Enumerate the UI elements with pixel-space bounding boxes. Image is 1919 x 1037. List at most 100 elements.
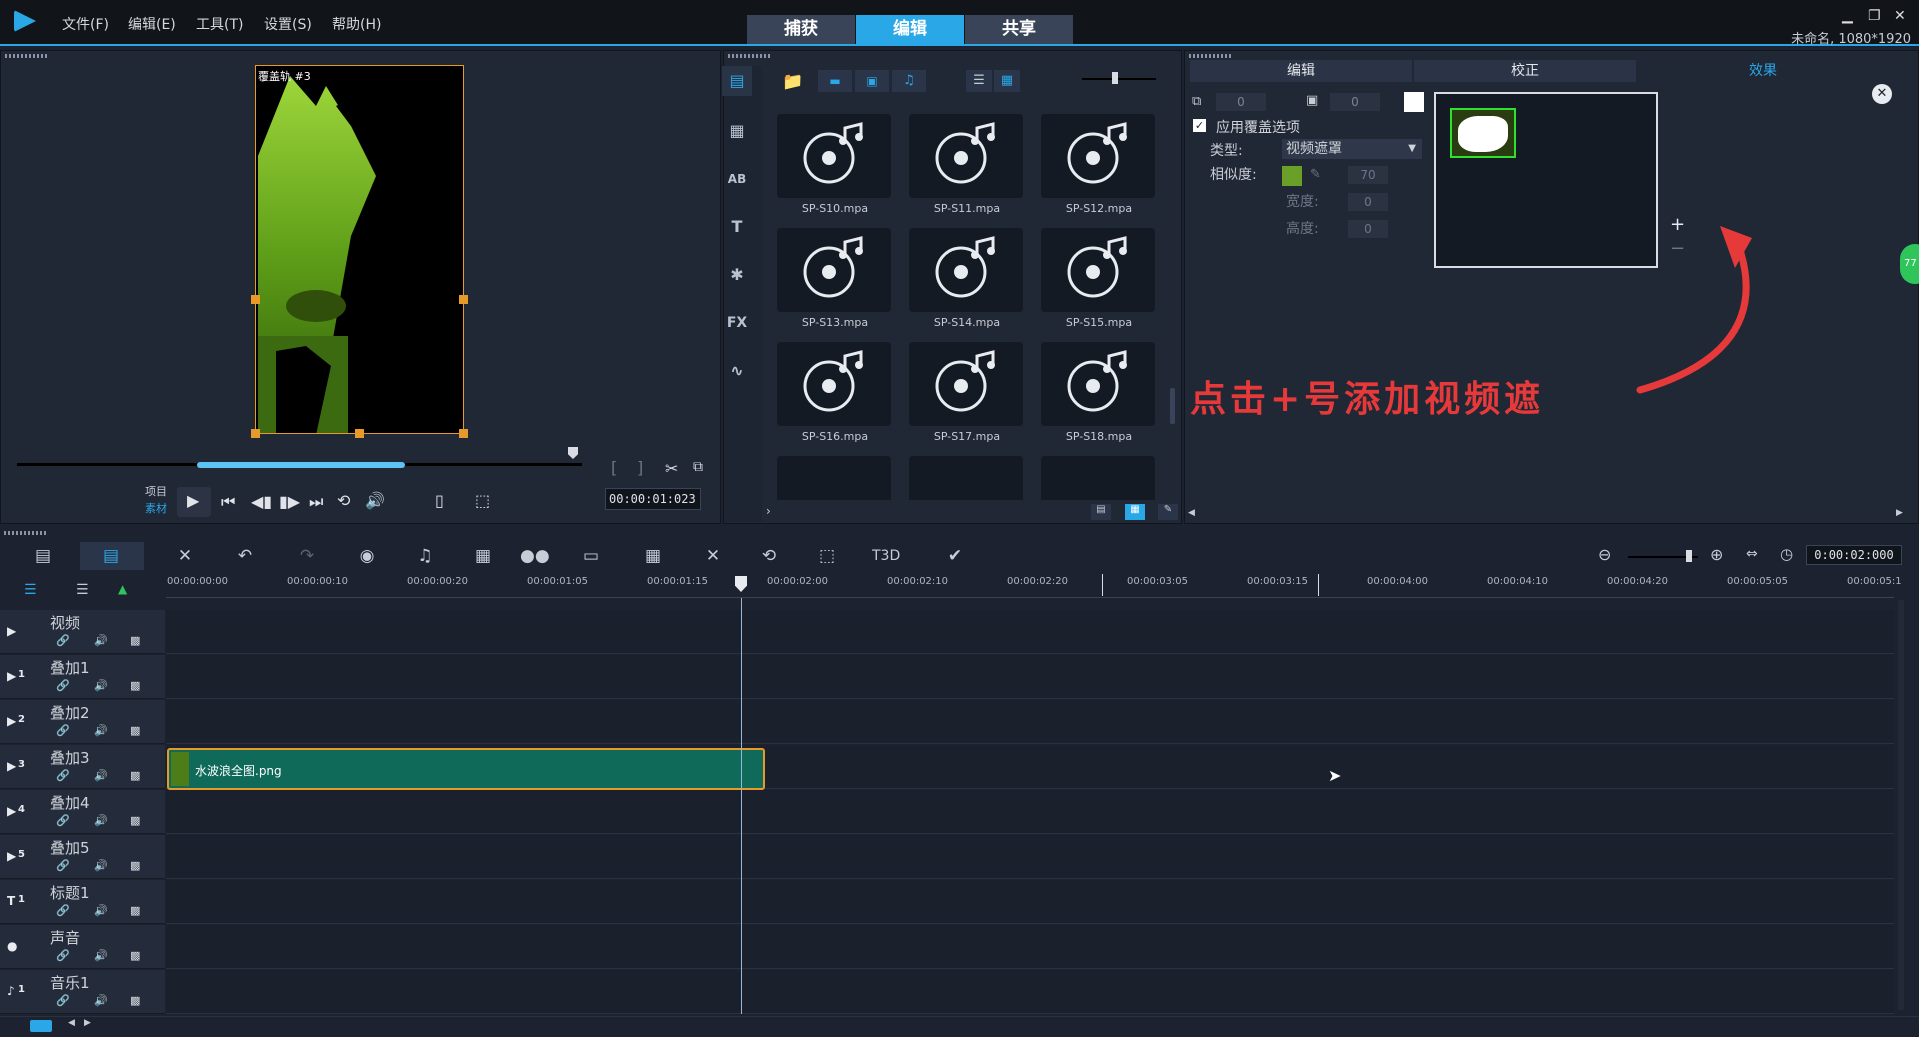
tab-share[interactable]: 共享: [965, 15, 1073, 44]
track-lane[interactable]: [166, 925, 1894, 969]
apply-overlay-checkbox[interactable]: ✓: [1193, 119, 1206, 132]
scroll-right-icon[interactable]: ▶: [1896, 508, 1903, 518]
library-item[interactable]: SP-S16.mpa: [771, 338, 899, 450]
link-icon[interactable]: 🔗: [56, 769, 70, 782]
show-video-button[interactable]: ▬: [818, 70, 852, 92]
resize-handle[interactable]: [251, 429, 260, 438]
track-header[interactable]: ▶ 1 叠加1 🔗 🔊 ▩: [0, 655, 165, 699]
resize-mode-icon[interactable]: ⬚: [475, 491, 490, 510]
track-visibility-icon[interactable]: ▩: [130, 859, 140, 872]
fit-timeline-button[interactable]: [30, 1020, 52, 1032]
chapter-icon[interactable]: ☰: [76, 582, 89, 598]
link-icon[interactable]: 🔗: [56, 949, 70, 962]
track-visibility-icon[interactable]: ▩: [130, 949, 140, 962]
undo-icon[interactable]: ↶: [232, 543, 258, 569]
mute-icon[interactable]: 🔊: [94, 679, 108, 692]
mute-icon[interactable]: 🔊: [94, 634, 108, 647]
minimize-icon[interactable]: ▁: [1842, 8, 1853, 24]
track-header[interactable]: ▶ 4 叠加4 🔗 🔊 ▩: [0, 790, 165, 834]
mute-icon[interactable]: 🔊: [94, 814, 108, 827]
menu-help[interactable]: 帮助(H): [332, 14, 381, 34]
scissors-icon[interactable]: ✂: [665, 459, 678, 478]
path-icon[interactable]: ∿: [722, 356, 752, 386]
time-remap-icon[interactable]: ✕: [700, 543, 726, 569]
grid-view-button[interactable]: ▦: [994, 70, 1020, 92]
split-screen-icon[interactable]: ⬚: [814, 543, 840, 569]
mute-icon[interactable]: 🔊: [94, 904, 108, 917]
timeline-view-icon[interactable]: ▤: [98, 543, 124, 569]
resize-handle[interactable]: [459, 295, 468, 304]
audio-mixer-icon[interactable]: ♫: [412, 543, 438, 569]
resize-handle[interactable]: [251, 295, 260, 304]
thumb-size-slider[interactable]: [1082, 78, 1156, 80]
timeline-clip[interactable]: 水波浪全图.png: [167, 748, 765, 790]
subtitle-icon[interactable]: ▭: [578, 543, 604, 569]
track-visibility-icon[interactable]: ▩: [130, 724, 140, 737]
link-icon[interactable]: 🔗: [56, 634, 70, 647]
timeline-scrollbar[interactable]: [1898, 600, 1904, 1010]
track-visibility-icon[interactable]: ▩: [130, 679, 140, 692]
expand-icon[interactable]: ›: [766, 504, 771, 518]
tab-correction[interactable]: 校正: [1414, 60, 1636, 82]
tab-effect[interactable]: 效果: [1652, 60, 1874, 82]
mute-icon[interactable]: 🔊: [94, 769, 108, 782]
graphics-icon[interactable]: ✱: [722, 260, 752, 290]
track-visibility-icon[interactable]: ▩: [130, 769, 140, 782]
copy-attr-icon[interactable]: ⧉: [1192, 94, 1201, 109]
panel-grip[interactable]: [728, 54, 770, 58]
scroll-right-icon[interactable]: ▶: [84, 1018, 91, 1028]
track-visibility-icon[interactable]: ▩: [130, 904, 140, 917]
edit-marker-icon[interactable]: ✔: [942, 543, 968, 569]
track-header[interactable]: ● 声音 🔗 🔊 ▩: [0, 925, 165, 969]
volume-icon[interactable]: 🔊: [365, 491, 385, 510]
auto-music-icon[interactable]: ⟲: [756, 543, 782, 569]
track-header[interactable]: ▶ 5 叠加5 🔗 🔊 ▩: [0, 835, 165, 879]
restore-icon[interactable]: ❐: [1868, 8, 1881, 24]
go-start-icon[interactable]: ⏮: [221, 492, 235, 512]
menu-file[interactable]: 文件(F): [62, 14, 109, 34]
track-visibility-icon[interactable]: ▩: [130, 994, 140, 1007]
library-item-partial[interactable]: [771, 452, 899, 500]
library-item[interactable]: SP-S14.mpa: [903, 224, 1031, 336]
width-field[interactable]: 0: [1348, 193, 1388, 211]
3d-title-icon[interactable]: T3D: [872, 543, 900, 569]
track-header[interactable]: ♪ 1 音乐1 🔗 🔊 ▩: [0, 970, 165, 1014]
clip-mode-label[interactable]: 素材: [145, 500, 167, 516]
library-footer-btn[interactable]: ▦: [1125, 504, 1145, 520]
resize-handle[interactable]: [355, 429, 364, 438]
mark-in-icon[interactable]: [: [611, 458, 617, 477]
library-footer-btn[interactable]: ✎: [1158, 504, 1178, 520]
menu-tools[interactable]: 工具(T): [196, 14, 243, 34]
library-item[interactable]: SP-S17.mpa: [903, 338, 1031, 450]
clock-icon[interactable]: ◷: [1780, 545, 1793, 563]
mute-icon[interactable]: 🔊: [94, 724, 108, 737]
menu-settings[interactable]: 设置(S): [264, 14, 312, 34]
num-field[interactable]: 0: [1216, 93, 1266, 111]
mask-thumbnail[interactable]: [1450, 108, 1516, 158]
project-mode-label[interactable]: 项目: [145, 483, 167, 499]
panel-grip[interactable]: [4, 531, 46, 535]
title-icon[interactable]: T: [722, 212, 752, 242]
next-frame-icon[interactable]: ▮▶: [279, 492, 300, 511]
track-visibility-icon[interactable]: ▩: [130, 634, 140, 647]
library-item-partial[interactable]: [1035, 452, 1163, 500]
tab-edit[interactable]: 编辑: [856, 15, 964, 44]
scroll-left-icon[interactable]: ◀: [1188, 508, 1195, 518]
library-item[interactable]: SP-S15.mpa: [1035, 224, 1163, 336]
fx-icon[interactable]: FX: [722, 308, 752, 338]
show-audio-button[interactable]: ♫: [892, 70, 926, 92]
track-header[interactable]: ▶ 视频 🔗 🔊 ▩: [0, 610, 165, 654]
track-header[interactable]: T 1 标题1 🔗 🔊 ▩: [0, 880, 165, 924]
menu-edit[interactable]: 编辑(E): [128, 14, 176, 34]
multi-camera-icon[interactable]: ▦: [640, 543, 666, 569]
prev-frame-icon[interactable]: ◀▮: [251, 492, 272, 511]
panel-grip[interactable]: [5, 54, 47, 58]
play-icon[interactable]: ▶: [187, 491, 199, 510]
trim-range[interactable]: [197, 462, 405, 468]
motion-track-icon[interactable]: ▦: [470, 543, 496, 569]
close-icon[interactable]: ✕: [1894, 8, 1906, 24]
track-lane[interactable]: [166, 790, 1894, 834]
zoom-in-icon[interactable]: ⊕: [1710, 545, 1723, 564]
playhead-line[interactable]: [741, 598, 742, 1014]
color-swatch-white[interactable]: [1404, 92, 1424, 112]
